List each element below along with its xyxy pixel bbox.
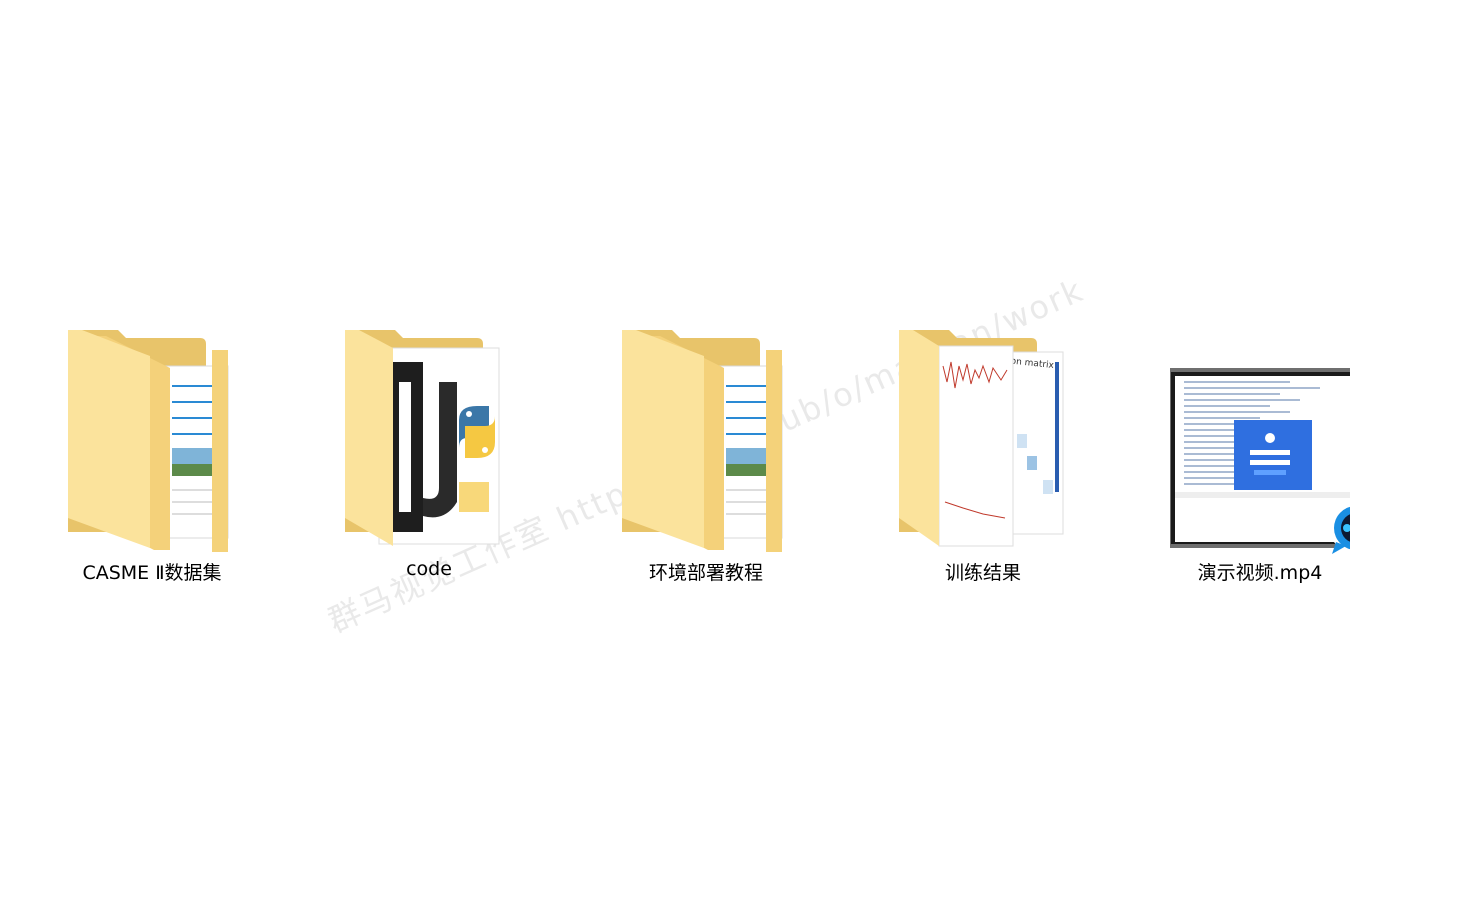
video-thumbnail bbox=[1170, 322, 1350, 554]
folder-icon bbox=[339, 322, 519, 554]
item-name: 环境部署教程 bbox=[648, 562, 763, 584]
folder-icon: Confusion matrix bbox=[893, 322, 1073, 554]
folder-code[interactable]: code bbox=[329, 322, 529, 592]
item-name: 训练结果 bbox=[944, 562, 1021, 584]
video-file-demo[interactable]: 演示视频.mp4 bbox=[1160, 322, 1360, 592]
folder-icon bbox=[62, 322, 242, 554]
folder-setup-tutorial[interactable]: 环境部署教程 bbox=[606, 322, 806, 592]
item-name: code bbox=[406, 558, 452, 580]
item-name: CASME Ⅱ数据集 bbox=[82, 562, 222, 584]
folder-casme2[interactable]: CASME Ⅱ数据集 bbox=[52, 322, 252, 592]
folder-training-results[interactable]: Confusion matrix 训练结果 bbox=[883, 322, 1083, 592]
desktop-canvas: 群马视觉工作室 https://mbd.pub/o/mashan/work CA… bbox=[0, 0, 1479, 914]
item-name: 演示视频.mp4 bbox=[1197, 562, 1323, 584]
folder-icon bbox=[616, 322, 796, 554]
